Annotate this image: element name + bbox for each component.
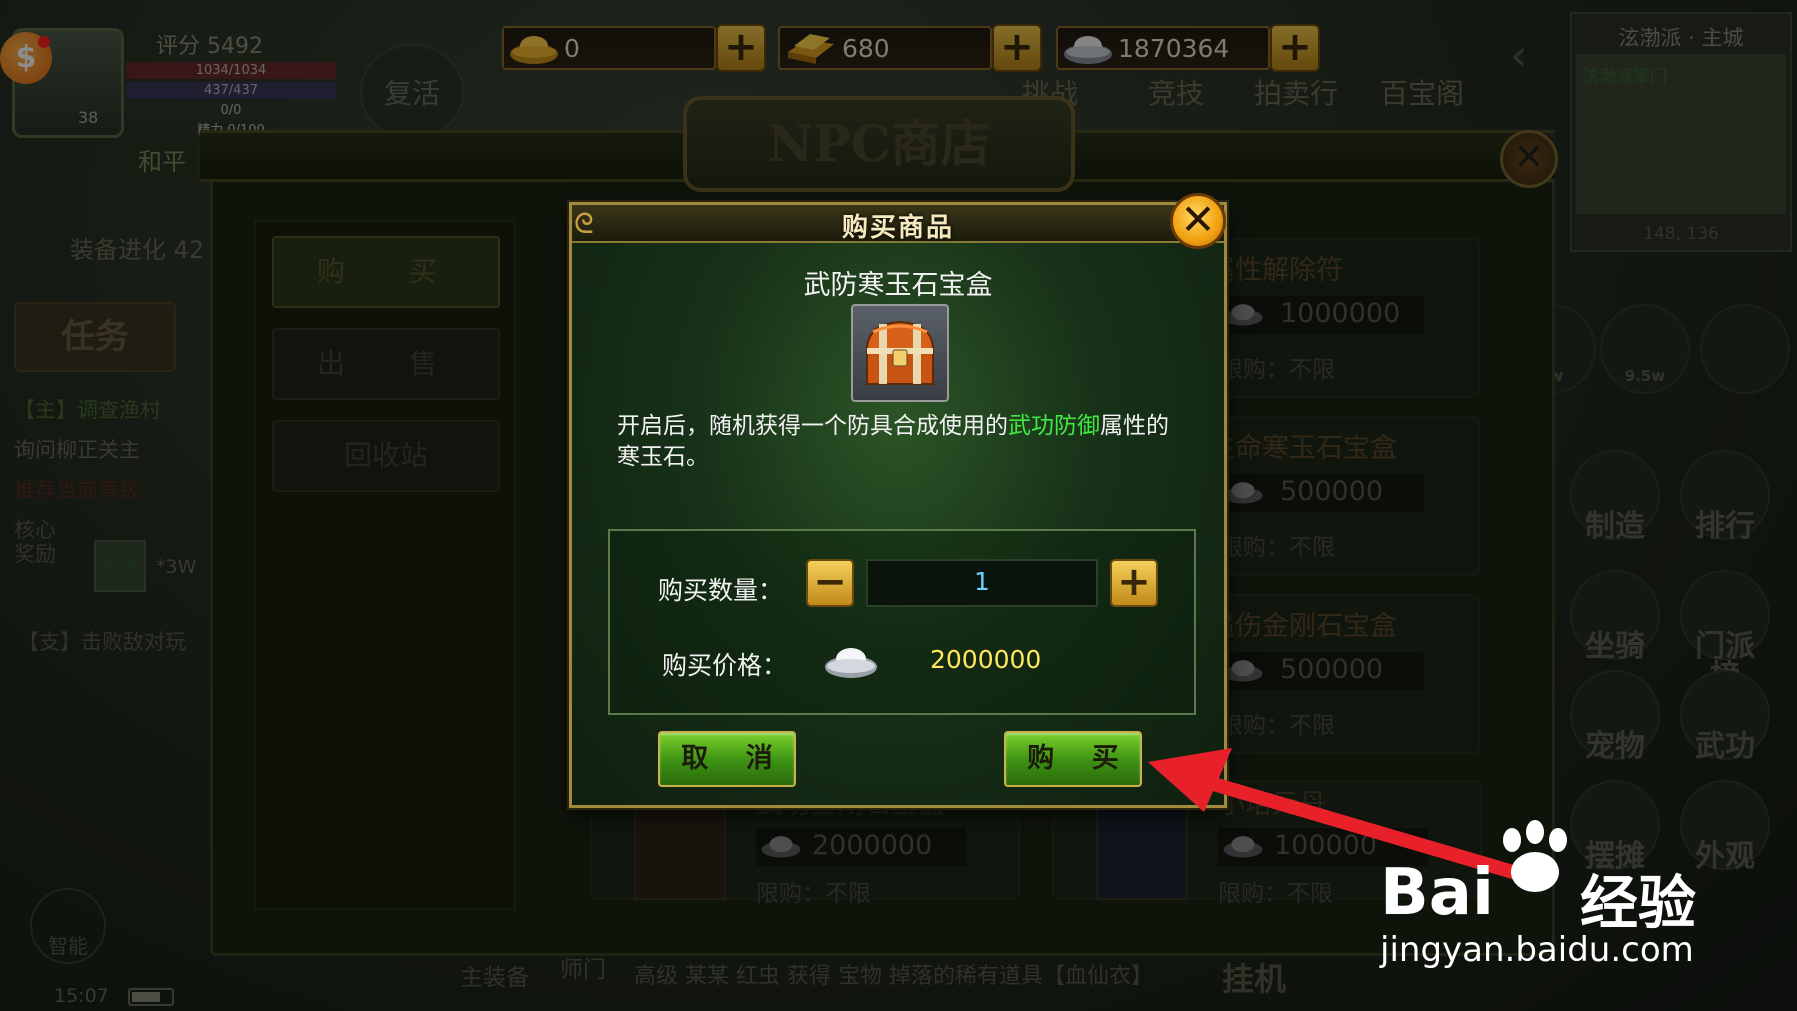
watermark-brand-jingyan: 经验	[1580, 869, 1697, 937]
buy-button[interactable]: 购 买	[1004, 731, 1142, 787]
dialog-title: 购买商品	[841, 213, 954, 243]
purchase-dialog: ᘓ 购买商品 武防寒玉石宝盒 开启后，随机获得一个防具合成使用的武功防御属性的寒…	[569, 202, 1227, 808]
item-icon-frame[interactable]	[851, 304, 949, 402]
decrease-quantity-button[interactable]: −	[806, 559, 854, 607]
desc-highlight: 武功防御	[1008, 413, 1100, 439]
quantity-panel: 购买数量： − 1 + 购买价格： 2000000	[608, 529, 1196, 715]
price-label: 购买价格：	[662, 651, 788, 680]
quantity-input[interactable]: 1	[866, 559, 1098, 607]
paw-logo-icon	[1503, 820, 1567, 892]
watermark-url: jingyan.baidu.com	[1380, 930, 1694, 970]
desc-text: 开启后，随机获得一个防具合成使用的	[617, 413, 1008, 439]
item-description: 开启后，随机获得一个防具合成使用的武功防御属性的寒玉石。	[617, 411, 1187, 473]
silver-ingot-icon	[825, 648, 877, 678]
dialog-header: ᘓ 购买商品	[572, 205, 1224, 243]
watermark-brand: Bai	[1380, 856, 1494, 930]
baidu-watermark: Bai 经验 jingyan.baidu.com	[1380, 820, 1710, 970]
cancel-button[interactable]: 取 消	[658, 731, 796, 787]
treasure-chest-icon	[865, 320, 935, 385]
increase-quantity-button[interactable]: +	[1110, 559, 1158, 607]
quantity-label: 购买数量：	[658, 576, 784, 605]
total-price: 2000000	[930, 645, 1042, 674]
item-name: 武防寒玉石宝盒	[803, 270, 993, 301]
dialog-close-button[interactable]: ✕	[1170, 193, 1226, 249]
